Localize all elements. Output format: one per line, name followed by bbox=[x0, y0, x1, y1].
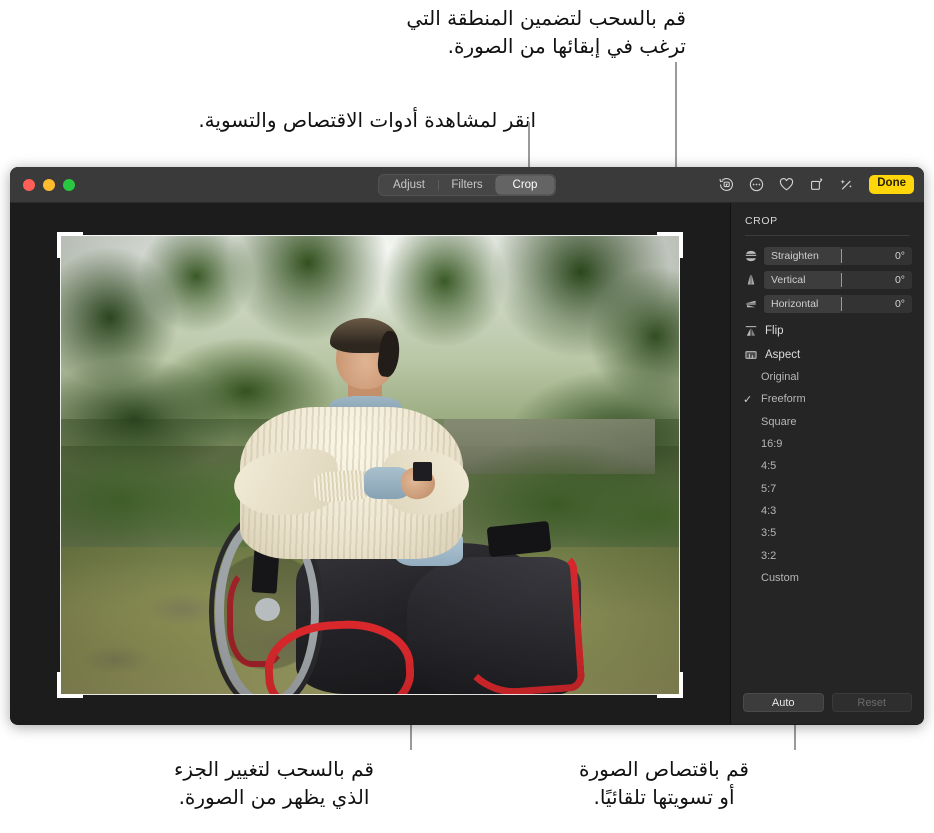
straighten-icon bbox=[743, 248, 758, 263]
horizontal-slider-fill: Horizontal bbox=[764, 294, 841, 313]
vertical-slider-knob[interactable] bbox=[840, 272, 843, 287]
photo-subject bbox=[60, 235, 680, 695]
aspect-option-label: 3:2 bbox=[761, 549, 777, 562]
aspect-option-16-9[interactable]: 16:9 bbox=[731, 433, 924, 455]
crop-sidebar: CROP Straighten 0° Vertical 0° Horizonta… bbox=[730, 203, 924, 724]
aspect-option-original[interactable]: Original bbox=[731, 366, 924, 388]
horizontal-slider[interactable]: Horizontal 0° bbox=[764, 294, 912, 313]
aspect-option-label: 4:3 bbox=[761, 504, 777, 517]
straighten-value: 0° bbox=[894, 249, 905, 262]
heart-icon[interactable] bbox=[777, 175, 796, 194]
vertical-slider[interactable]: Vertical 0° bbox=[764, 270, 912, 289]
traffic-lights bbox=[23, 178, 75, 191]
straighten-label: Straighten bbox=[771, 249, 819, 262]
tab-crop[interactable]: Crop bbox=[496, 175, 554, 194]
photo-image bbox=[60, 234, 680, 695]
aspect-option-4-5[interactable]: 4:5 bbox=[731, 455, 924, 477]
sidebar-footer: Auto Reset bbox=[731, 693, 924, 724]
aspect-option-label: Freeform bbox=[761, 393, 806, 406]
straighten-slider-knob[interactable] bbox=[840, 248, 843, 263]
callout-drag-part: قم بالسحب لتغيير الجزء الذي يظهر من الصو… bbox=[174, 757, 374, 810]
aspect-option-label: 3:5 bbox=[761, 527, 777, 540]
slider-row-horizontal[interactable]: Horizontal 0° bbox=[731, 294, 924, 313]
sidebar-title: CROP bbox=[745, 215, 778, 227]
crop-handle-top-left[interactable] bbox=[57, 231, 83, 258]
window-titlebar: Adjust Filters Crop Done bbox=[10, 167, 924, 203]
rotate-crop-icon[interactable] bbox=[807, 175, 826, 194]
aspect-option-label: 16:9 bbox=[761, 438, 783, 451]
photos-editor-window: Adjust Filters Crop Done CROP Straighten… bbox=[10, 167, 924, 725]
flip-label: Flip bbox=[765, 325, 784, 337]
aspect-option-custom[interactable]: Custom bbox=[731, 567, 924, 589]
photo-canvas[interactable] bbox=[10, 203, 730, 724]
close-window-button[interactable] bbox=[23, 178, 35, 191]
straighten-slider-fill: Straighten bbox=[764, 246, 841, 265]
reset-button[interactable]: Reset bbox=[831, 693, 912, 712]
sidebar-divider bbox=[745, 235, 910, 236]
aspect-option-3-5[interactable]: 3:5 bbox=[731, 522, 924, 544]
wheelchair-brake bbox=[486, 521, 552, 558]
zoom-window-button[interactable] bbox=[63, 178, 75, 191]
crop-handle-bottom-left[interactable] bbox=[57, 671, 83, 698]
vertical-slider-fill: Vertical bbox=[764, 270, 841, 289]
callout-leader-crop-area bbox=[675, 62, 677, 174]
aspect-options-list: Original ✓ Freeform Square 16:9 4:5 5:7 … bbox=[731, 366, 924, 589]
vertical-perspective-icon bbox=[743, 272, 758, 287]
vertical-value: 0° bbox=[894, 273, 905, 286]
horizontal-perspective-icon bbox=[743, 296, 758, 311]
aspect-icon bbox=[743, 348, 758, 363]
callout-click-tools: انقر لمشاهدة أدوات الاقتصاص والتسوية. bbox=[198, 108, 536, 132]
edit-mode-segmented-control[interactable]: Adjust Filters Crop bbox=[378, 173, 556, 196]
aspect-option-label: Original bbox=[761, 371, 799, 384]
aspect-option-5-7[interactable]: 5:7 bbox=[731, 477, 924, 499]
done-button[interactable]: Done bbox=[869, 175, 914, 194]
window-body: CROP Straighten 0° Vertical 0° Horizonta… bbox=[10, 203, 924, 724]
revert-rotate-icon[interactable] bbox=[717, 175, 736, 194]
minimize-window-button[interactable] bbox=[43, 178, 55, 191]
more-ellipsis-icon[interactable] bbox=[747, 175, 766, 194]
slider-row-straighten[interactable]: Straighten 0° bbox=[731, 246, 924, 265]
crop-frame[interactable] bbox=[57, 231, 683, 698]
subject-cuff bbox=[313, 469, 371, 504]
window-toolbar-right: Done bbox=[717, 175, 914, 194]
menu-row-aspect[interactable]: Aspect bbox=[731, 344, 924, 366]
aspect-option-label: Square bbox=[761, 415, 797, 428]
crop-handle-top-right[interactable] bbox=[657, 231, 683, 258]
callout-auto-crop: قم باقتصاص الصورة أو تسويتها تلقائيًا. bbox=[579, 757, 749, 810]
aspect-label: Aspect bbox=[765, 349, 801, 361]
aspect-option-label: 5:7 bbox=[761, 482, 777, 495]
auto-button[interactable]: Auto bbox=[743, 693, 824, 712]
horizontal-slider-knob[interactable] bbox=[840, 296, 843, 311]
aspect-check-freeform: ✓ bbox=[743, 393, 753, 406]
menu-row-flip[interactable]: Flip bbox=[731, 320, 924, 342]
aspect-option-3-2[interactable]: 3:2 bbox=[731, 544, 924, 566]
slider-row-vertical[interactable]: Vertical 0° bbox=[731, 270, 924, 289]
subject-phone bbox=[413, 462, 432, 481]
crop-handle-bottom-right[interactable] bbox=[657, 671, 683, 698]
magic-wand-icon[interactable] bbox=[837, 175, 856, 194]
aspect-option-freeform[interactable]: ✓ Freeform bbox=[731, 388, 924, 410]
straighten-slider[interactable]: Straighten 0° bbox=[764, 246, 912, 265]
aspect-option-label: Custom bbox=[761, 571, 799, 584]
aspect-option-4-3[interactable]: 4:3 bbox=[731, 500, 924, 522]
horizontal-label: Horizontal bbox=[771, 297, 819, 310]
horizontal-value: 0° bbox=[894, 297, 905, 310]
vertical-label: Vertical bbox=[771, 273, 806, 286]
callout-crop-area: قم بالسحب لتضمين المنطقة التي ترغب في إب… bbox=[406, 6, 686, 59]
tab-adjust[interactable]: Adjust bbox=[380, 176, 438, 194]
wheelchair-hub bbox=[255, 597, 281, 621]
aspect-option-square[interactable]: Square bbox=[731, 411, 924, 433]
tab-filters[interactable]: Filters bbox=[438, 176, 496, 194]
flip-icon bbox=[743, 324, 758, 339]
aspect-option-label: 4:5 bbox=[761, 460, 777, 473]
